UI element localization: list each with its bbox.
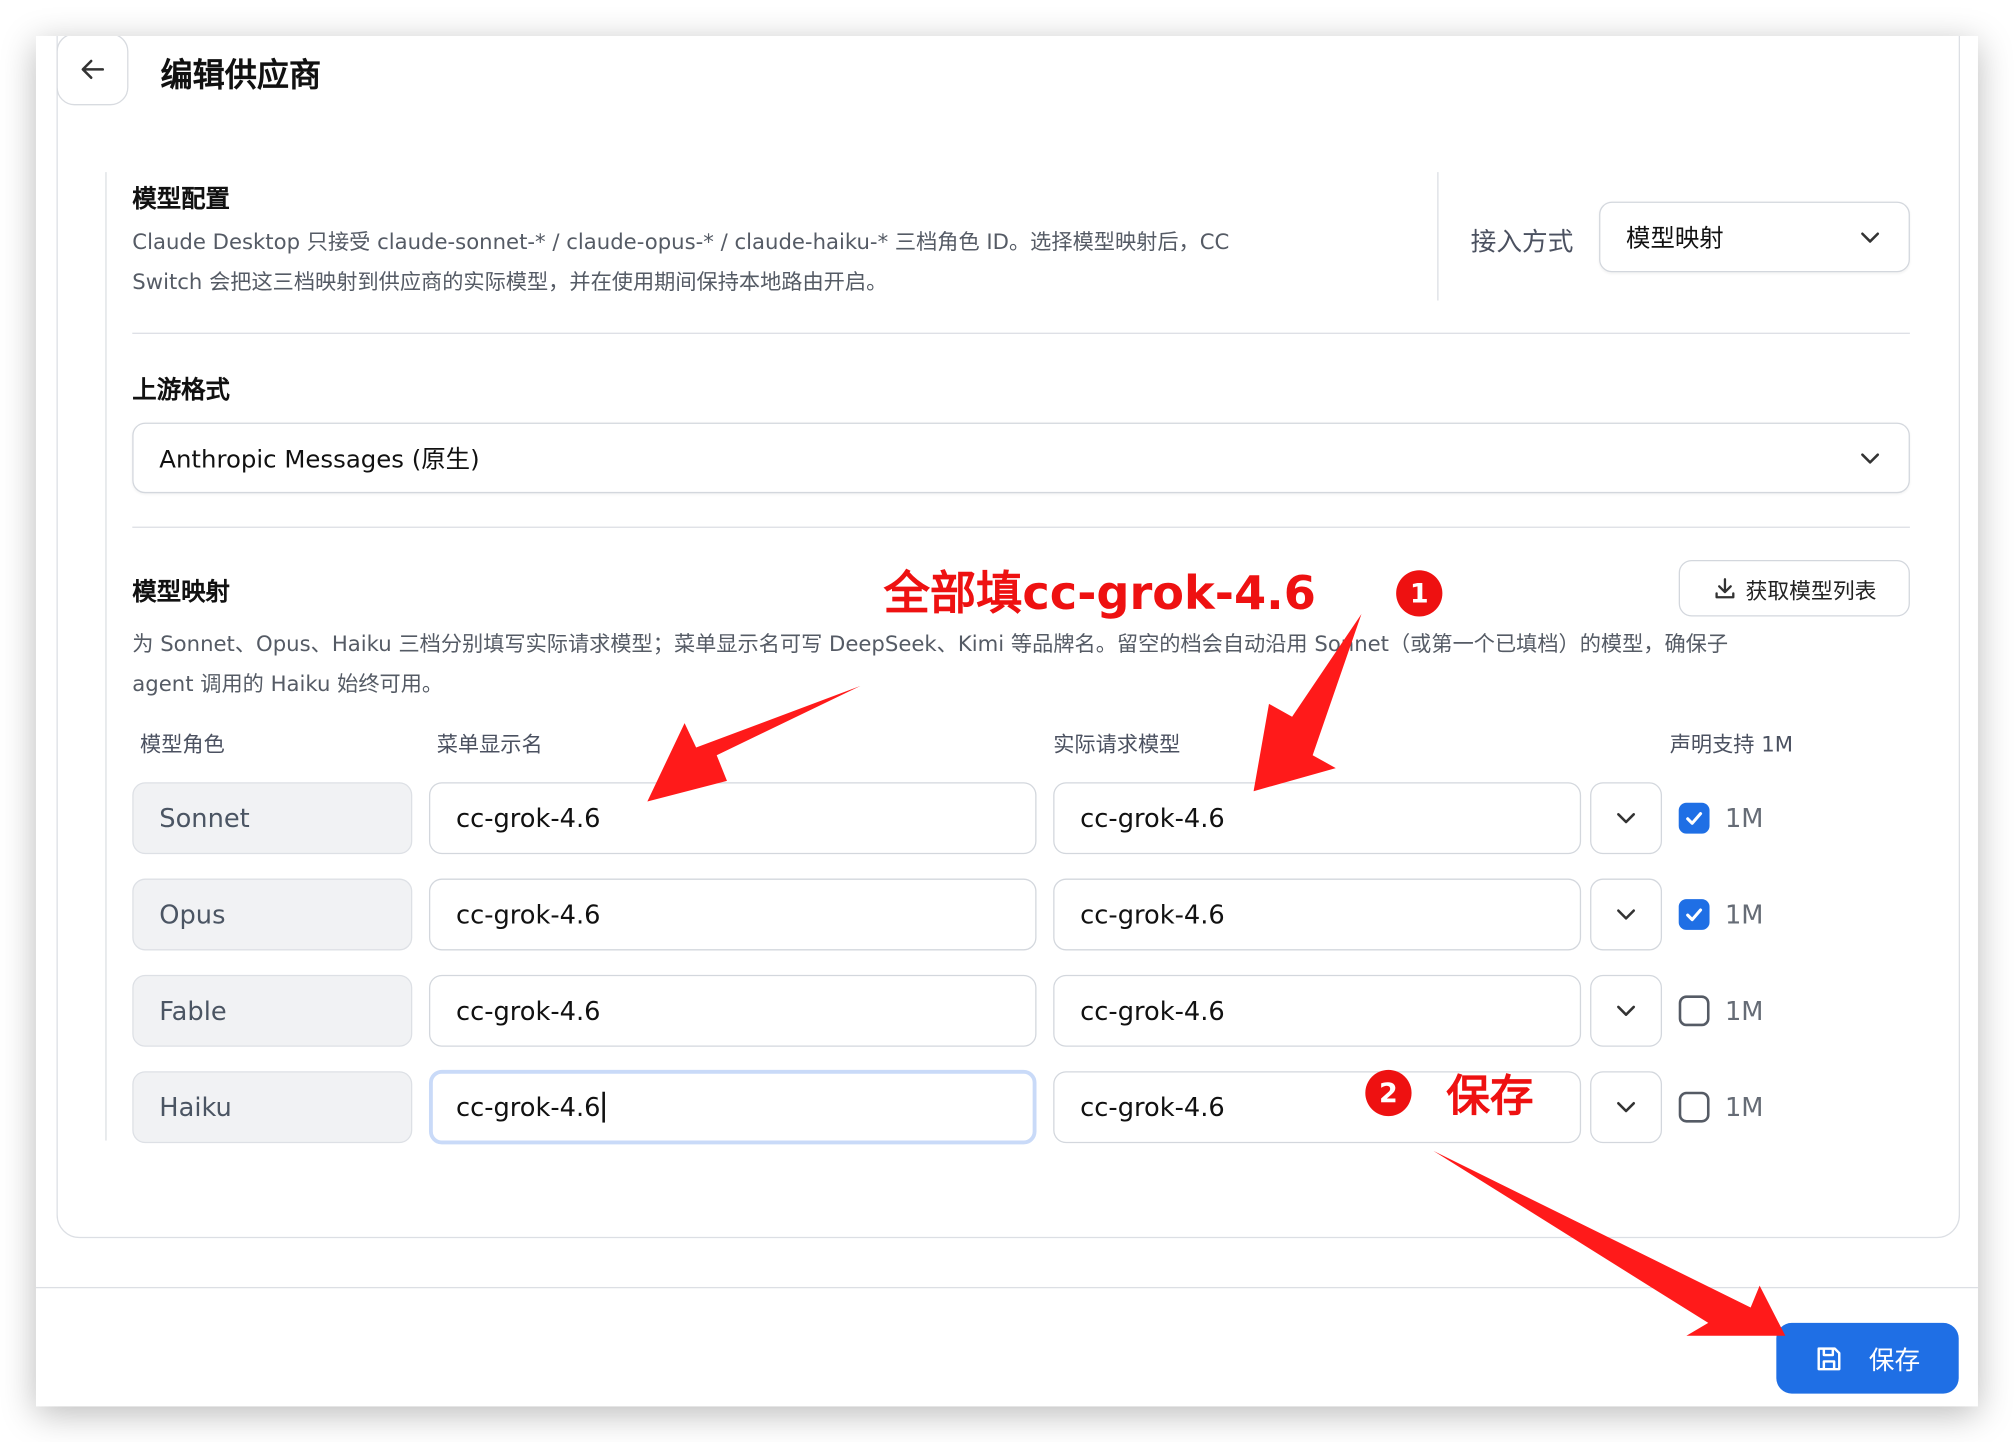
annotation-arrows <box>647 613 1786 1336</box>
screenshot-canvas: 编辑供应商 模型配置 Claude Desktop 只接受 claude-son… <box>0 0 2014 1442</box>
annotation-arrow-actual-model <box>1253 613 1362 792</box>
editor-window: 编辑供应商 模型配置 Claude Desktop 只接受 claude-son… <box>35 35 1978 1407</box>
annotation-badge-2: 2 <box>1365 1069 1412 1117</box>
annotation-badge-1: 1 <box>1396 570 1443 617</box>
annotation-fill-all-text: 全部填cc-grok-4.6 <box>883 567 1316 621</box>
annotation-arrow-save <box>1433 1150 1786 1336</box>
annotation-save-text: 保存 <box>1446 1071 1534 1123</box>
annotation-arrow-display-name <box>647 685 861 802</box>
